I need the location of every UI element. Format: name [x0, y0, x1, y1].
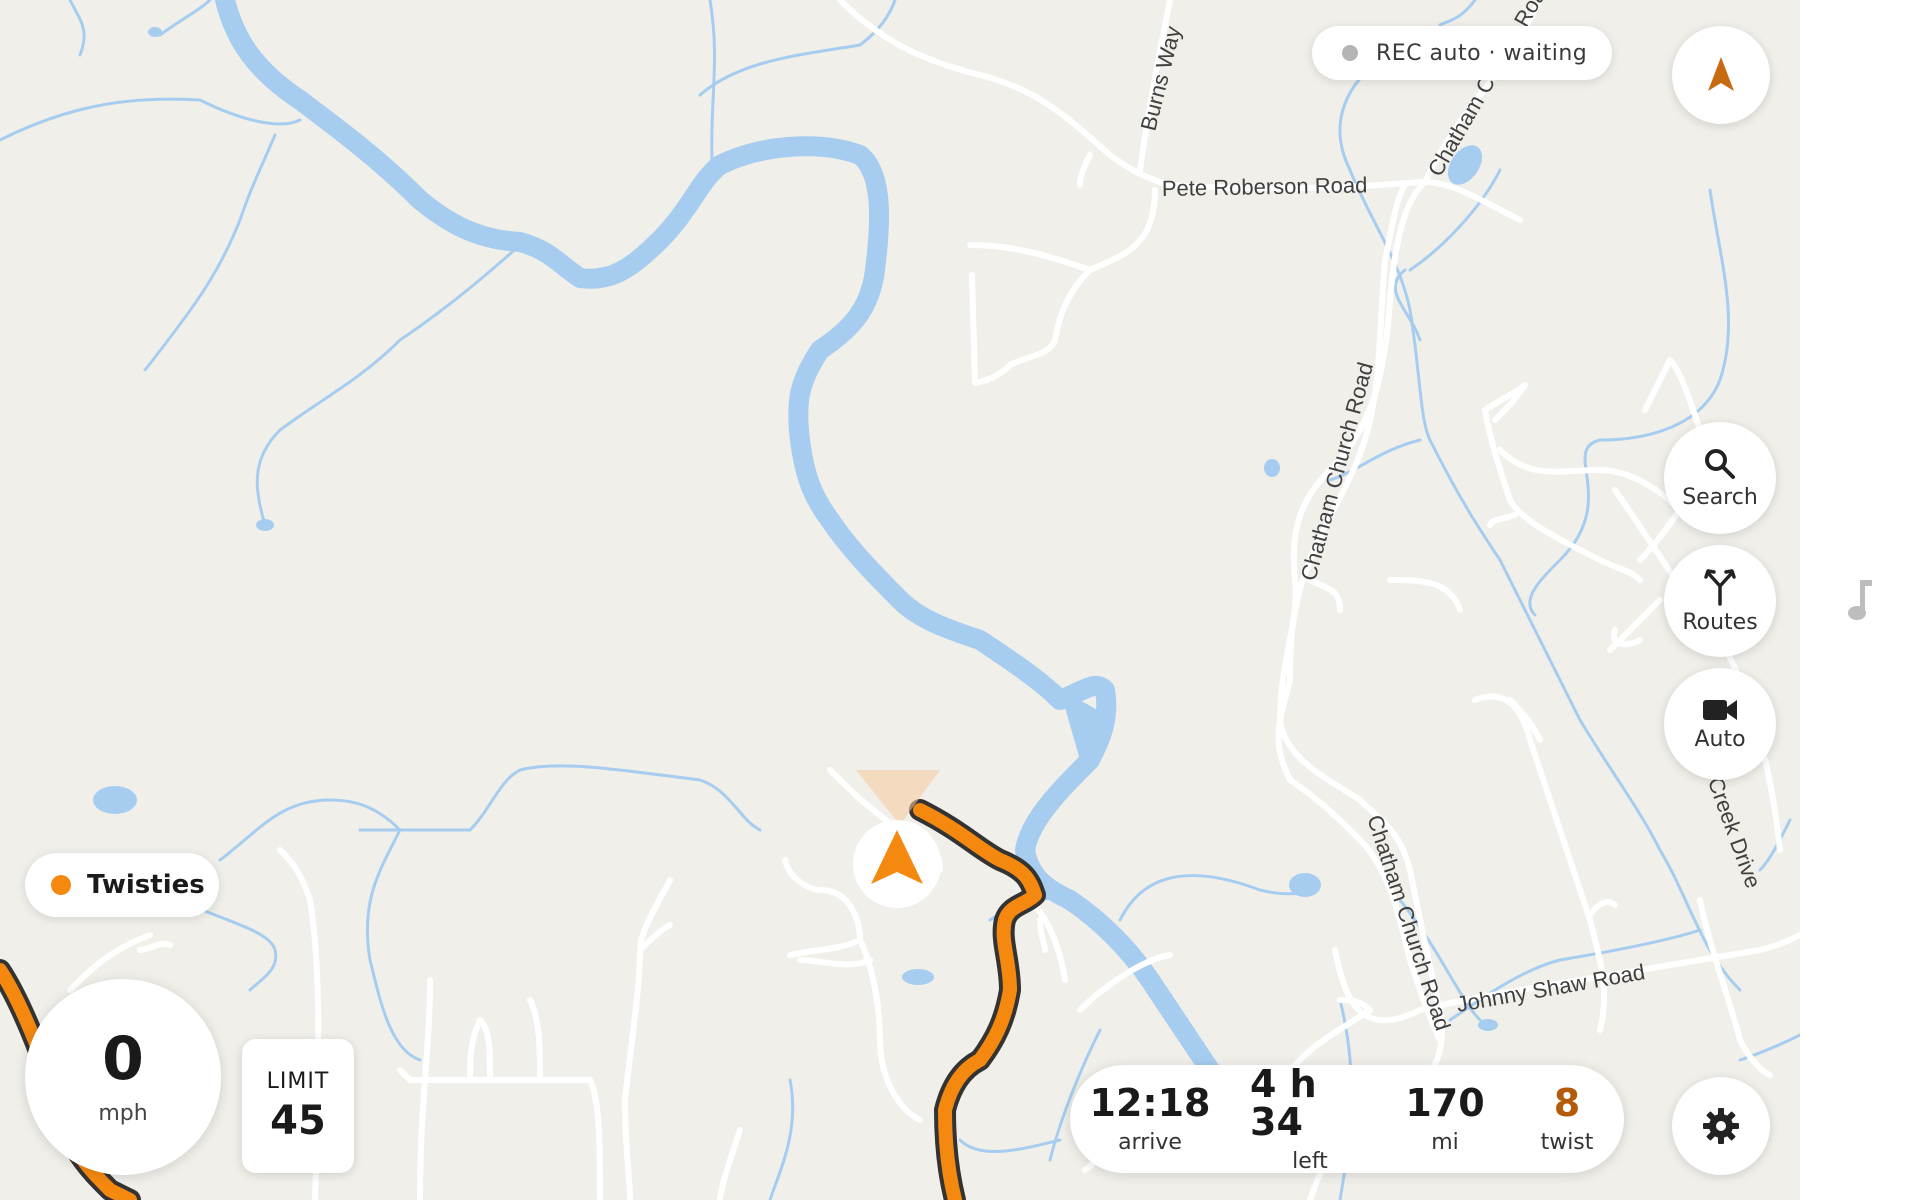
time-left-value: 4 h 34 [1250, 1061, 1317, 1144]
trip-arrive: 12:18 arrive [1090, 1065, 1211, 1173]
routes-button[interactable]: Routes [1664, 545, 1776, 657]
current-position-marker [853, 770, 941, 908]
camera-auto-button[interactable]: Auto [1664, 668, 1776, 780]
twist-label: twist [1540, 1129, 1594, 1155]
rec-status-text: REC auto · waiting [1376, 40, 1588, 66]
road-label-pete-roberson: Pete Roberson Road [1162, 172, 1368, 201]
trip-time-left: 4 h 34 left [1250, 1061, 1370, 1174]
distance-value: 170 [1405, 1080, 1485, 1125]
speed-limit-value: 45 [270, 1097, 326, 1144]
rec-status-dot [1342, 45, 1358, 61]
distance-unit: mi [1431, 1129, 1459, 1155]
trip-summary-bar[interactable]: 12:18 arrive 4 h 34 left 170 mi 8 twist [1070, 1061, 1624, 1174]
speed-unit: mph [98, 1100, 148, 1126]
speed-limit-label: LIMIT [266, 1068, 330, 1094]
music-note-icon[interactable] [1844, 578, 1874, 622]
settings-button[interactable] [1672, 1077, 1770, 1175]
camera-auto-label: Auto [1694, 726, 1746, 752]
time-left-label: left [1292, 1148, 1328, 1174]
twisties-layer-pill[interactable]: Twisties [25, 853, 219, 917]
speed-value: 0 [102, 1023, 144, 1094]
twisties-label: Twisties [87, 870, 205, 900]
road-label-chatham-church-mid: Chatham Church Road [1296, 359, 1378, 583]
search-icon [1705, 448, 1735, 479]
road-label-chatham-church-low: Chatham Church Road [1362, 812, 1455, 1034]
video-camera-icon [1703, 699, 1737, 720]
trip-distance: 170 mi [1400, 1065, 1490, 1173]
trip-twist: 8 twist [1530, 1065, 1604, 1173]
fork-routes-icon [1704, 568, 1736, 606]
roads [67, 0, 1800, 1200]
twisties-dot [51, 875, 71, 895]
recording-status-pill[interactable]: REC auto · waiting [1312, 26, 1612, 80]
road-label-johnny-shaw: Johnny Shaw Road [1455, 959, 1647, 1017]
speed-limit-sign: LIMIT 45 [242, 1039, 354, 1173]
search-button[interactable]: Search [1664, 422, 1776, 534]
river [215, 0, 1220, 1080]
routes-button-label: Routes [1682, 609, 1758, 635]
map-canvas[interactable]: Burns Way Pete Roberson Road Chatham Chu… [0, 0, 1800, 1200]
speedometer: 0 mph [25, 979, 221, 1175]
search-button-label: Search [1682, 484, 1758, 510]
north-arrow-icon [1708, 57, 1734, 91]
road-label-burns-way: Burns Way [1136, 24, 1186, 134]
arrive-label: arrive [1118, 1129, 1182, 1155]
gear-icon [1703, 1108, 1739, 1144]
compass-button[interactable] [1672, 26, 1770, 124]
arrive-time: 12:18 [1089, 1080, 1211, 1125]
map-layer: Burns Way Pete Roberson Road Chatham Chu… [0, 0, 1800, 1200]
twist-value: 8 [1553, 1080, 1581, 1125]
